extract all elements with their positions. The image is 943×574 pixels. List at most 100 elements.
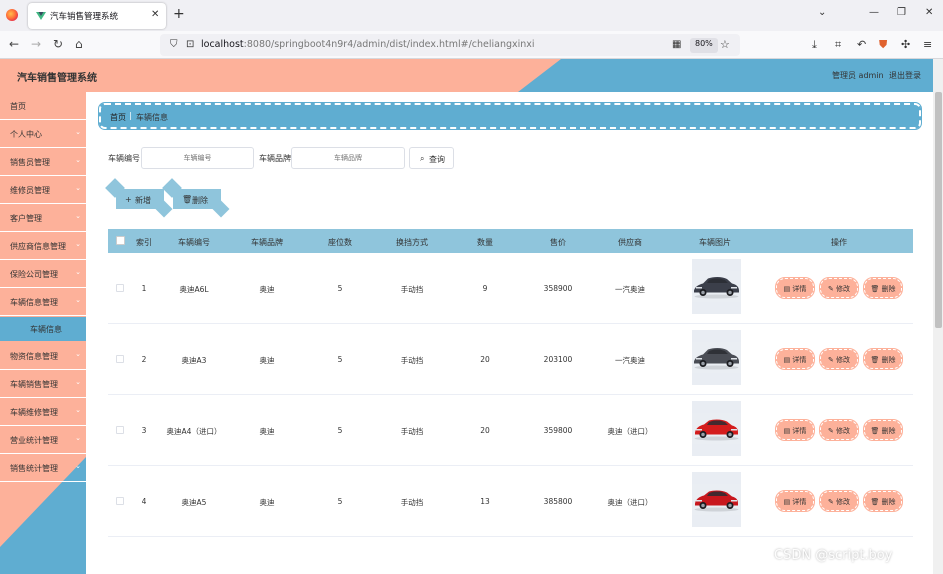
sidebar-subitem-active[interactable]: 车辆信息 [0, 317, 86, 341]
new-tab-icon[interactable]: + [173, 6, 185, 22]
price: 203100 [543, 355, 573, 364]
row-index: 4 [141, 497, 147, 506]
quantity: 20 [480, 426, 490, 435]
shield-icon[interactable]: ⛉ [170, 39, 178, 50]
detail-button[interactable]: ▤ 详情 [775, 348, 815, 370]
sidebar-item[interactable]: 车辆销售管理 ⌄ [0, 370, 86, 398]
row-index: 3 [141, 426, 147, 435]
row-index: 1 [141, 284, 147, 293]
page-info-icon[interactable]: ⊡ [186, 39, 194, 50]
chevron-down-icon: ⌄ [75, 128, 81, 136]
edit-button-label: 修改 [836, 498, 851, 506]
sidebar-item[interactable]: 客户管理 ⌄ [0, 204, 86, 232]
column-header: 车辆编号 [178, 238, 210, 247]
vehicle-image[interactable] [692, 330, 741, 385]
sidebar-item[interactable]: 个人中心 ⌄ [0, 120, 86, 148]
page-scrollbar-thumb[interactable] [935, 92, 942, 328]
table-row: 1 奥迪A6L 奥迪 5 手动挡 9 358900 一汽奥迪 ▤ 详情 ✎ 修改 🗑 删除 [108, 253, 913, 324]
bookmark-star-icon[interactable]: ☆ [720, 38, 730, 51]
delete-button-label: 删除 [881, 427, 896, 435]
vehicle-code: 奥迪A3 [181, 356, 207, 365]
restore-icon[interactable]: ❐ [897, 7, 906, 18]
delete-button-content: 🗑 删除 [865, 497, 901, 507]
breadcrumb-home[interactable]: 首页 [110, 112, 126, 123]
home-icon[interactable]: ⌂ [75, 37, 83, 51]
sidebar-item[interactable]: 保险公司管理 ⌄ [0, 260, 86, 288]
row-checkbox[interactable] [116, 284, 124, 292]
table-row: 3 奥迪A4（进口） 奥迪 5 手动挡 20 359800 奥迪（进口） ▤ 详情 ✎ 修改 🗑 删… [108, 395, 913, 466]
select-all-checkbox[interactable] [116, 236, 125, 245]
vehicle-image[interactable] [692, 472, 741, 527]
user-label: 管理员 admin [832, 71, 884, 80]
edit-button[interactable]: ✎ 修改 [819, 419, 859, 441]
row-checkbox[interactable] [116, 355, 124, 363]
breadcrumb: 首页 | 车辆信息 [98, 102, 922, 130]
edit-button[interactable]: ✎ 修改 [819, 490, 859, 512]
address-bar[interactable]: ⛉ ⊡ localhost:8080/springboot4n9r4/admin… [160, 34, 740, 56]
query-button[interactable]: ⌕ 查询 [409, 147, 454, 169]
back-icon[interactable]: ← [9, 37, 19, 51]
delete-button[interactable]: 🗑 删除 [863, 277, 903, 299]
delete-button[interactable]: 🗑 删除 [863, 348, 903, 370]
detail-button[interactable]: ▤ 详情 [775, 490, 815, 512]
zoom-level[interactable]: 80% [690, 38, 718, 53]
tab-list-icon[interactable]: ⌄ [818, 7, 826, 18]
column-header: 换挡方式 [396, 238, 428, 247]
edit-button-content: ✎ 修改 [821, 284, 857, 294]
vehicle-brand: 奥迪 [259, 285, 275, 294]
download-icon[interactable]: ⤓ [812, 38, 817, 52]
app-title: 汽车销售管理系统 [17, 73, 97, 84]
row-checkbox[interactable] [116, 426, 124, 434]
extensions-puzzle-icon[interactable]: ✣ [901, 38, 910, 51]
qr-code-icon[interactable]: ▦ [672, 39, 681, 50]
column-header: 车辆品牌 [251, 238, 283, 247]
close-tab-icon[interactable]: ✕ [151, 9, 159, 20]
vehicle-brand-label: 车辆品牌 [259, 154, 291, 163]
detail-button[interactable]: ▤ 详情 [775, 277, 815, 299]
sidebar-item-label: 销售员管理 [10, 158, 50, 167]
vehicle-image[interactable] [692, 259, 741, 314]
edit-button[interactable]: ✎ 修改 [819, 348, 859, 370]
edit-button-label: 修改 [836, 356, 851, 364]
vehicle-brand-input[interactable] [291, 147, 405, 169]
sidebar-item[interactable]: 供应商信息管理 ⌄ [0, 232, 86, 260]
sidebar-item[interactable]: 销售统计管理 ⌄ [0, 454, 86, 482]
url-text[interactable]: localhost:8080/springboot4n9r4/admin/dis… [201, 39, 535, 50]
menu-hamburger-icon[interactable]: ≡ [923, 38, 932, 51]
add-button[interactable]: + 新增 [116, 189, 164, 209]
edit-icon: ✎ [827, 427, 837, 435]
sidebar-item[interactable]: 车辆维修管理 ⌄ [0, 398, 86, 426]
sidebar-item[interactable]: 车辆信息管理 ⌄ [0, 288, 86, 316]
sidebar-item[interactable]: 维修员管理 ⌄ [0, 176, 86, 204]
sidebar-item[interactable]: 物资信息管理 ⌄ [0, 342, 86, 370]
close-window-icon[interactable]: ✕ [925, 7, 933, 18]
delete-button[interactable]: 🗑 删除 [863, 490, 903, 512]
delete-button[interactable]: 🗑 删除 [863, 419, 903, 441]
watermark: CSDN @script.boy [774, 548, 893, 563]
minimize-icon[interactable]: — [869, 7, 879, 18]
logout-link[interactable]: 退出登录 [889, 70, 921, 81]
vehicle-image[interactable] [692, 401, 741, 456]
extension-shield-icon[interactable]: ⛊ [879, 38, 887, 52]
sidebar-item[interactable]: 销售员管理 ⌄ [0, 148, 86, 176]
forward-icon[interactable]: → [31, 37, 41, 51]
browser-tab-bar: 汽车销售管理系统 ✕ + ⌄ — ❐ ✕ [0, 0, 943, 31]
sidebar-item[interactable]: 首页 [0, 92, 86, 120]
delete-button-label: 删除 [881, 285, 896, 293]
detail-button-label: 详情 [792, 356, 807, 364]
undo-icon[interactable]: ↶ [857, 38, 866, 51]
trash-icon: 🗑 [870, 498, 882, 506]
browser-tab[interactable]: 汽车销售管理系统 ✕ [28, 3, 166, 29]
detail-button[interactable]: ▤ 详情 [775, 419, 815, 441]
batch-delete-button[interactable]: 🗑 删除 [173, 189, 221, 209]
sidebar-item-label: 首页 [10, 102, 26, 111]
vehicle-brand: 奥迪 [259, 498, 275, 507]
row-checkbox[interactable] [116, 497, 124, 505]
chevron-down-icon: ⌄ [75, 240, 81, 248]
edit-button-content: ✎ 修改 [821, 426, 857, 436]
edit-button[interactable]: ✎ 修改 [819, 277, 859, 299]
vehicle-code-input[interactable] [141, 147, 254, 169]
reload-icon[interactable]: ↻ [53, 37, 63, 51]
crop-icon[interactable]: ⌗ [835, 38, 841, 52]
sidebar-item[interactable]: 营业统计管理 ⌄ [0, 426, 86, 454]
